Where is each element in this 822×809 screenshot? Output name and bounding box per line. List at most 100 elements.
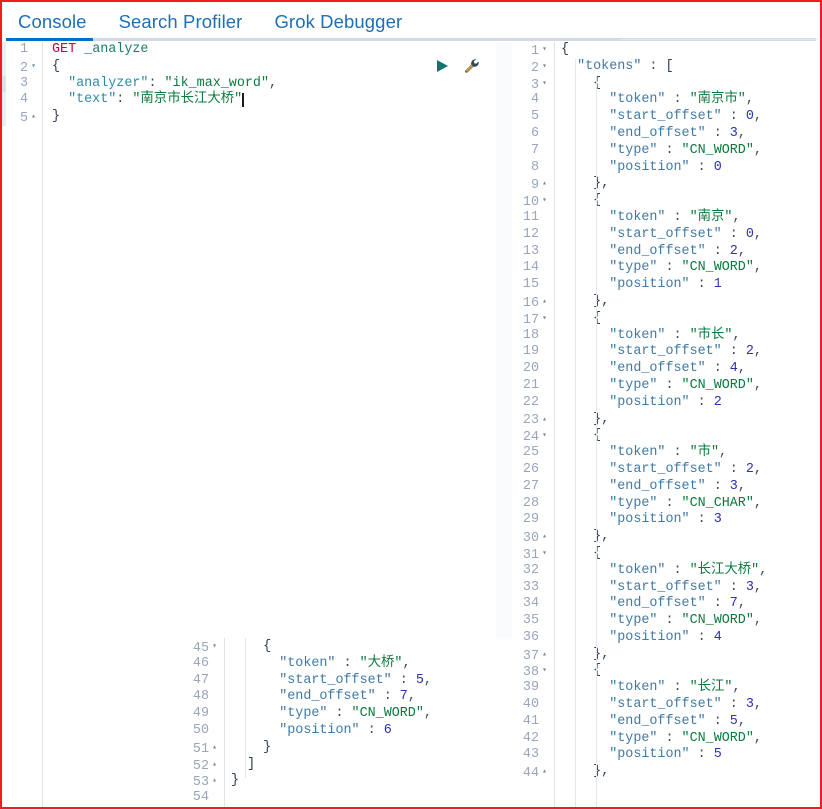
wrench-icon[interactable] xyxy=(464,58,480,74)
code-line[interactable]: 1 GET _analyze xyxy=(6,42,496,59)
code-line[interactable]: 53 ▴} xyxy=(182,773,512,790)
fold-toggle-icon[interactable]: ▾ xyxy=(539,663,550,680)
code-text: "start_offset" : 2, xyxy=(609,344,762,360)
send-request-icon[interactable] xyxy=(434,58,450,74)
code-line[interactable]: 29 "position" : 3 xyxy=(512,512,820,529)
fold-toggle-icon[interactable]: ▴ xyxy=(539,529,550,546)
code-line[interactable]: 4 "token" : "南京市", xyxy=(512,92,820,109)
code-line[interactable]: 23 ▴ }, xyxy=(512,412,820,429)
fold-toggle-icon[interactable]: ▴ xyxy=(209,740,220,757)
overlay-response-editor[interactable]: 45 ▾ {46 "token" : "大桥", 47 "start_offset"… xyxy=(182,638,512,807)
fold-toggle-icon[interactable]: ▴ xyxy=(539,764,550,781)
code-line[interactable]: 9 ▴ }, xyxy=(512,176,820,193)
code-line[interactable]: 37 ▴ }, xyxy=(512,647,820,664)
code-line[interactable]: 24 ▾ { xyxy=(512,428,820,445)
line-number: 46 xyxy=(192,655,209,671)
code-line[interactable]: 41 "end_offset" : 5, xyxy=(512,714,820,731)
code-line[interactable]: 54 xyxy=(182,790,512,807)
console-window: Console Search Profiler Grok Debugger 1 G… xyxy=(0,0,822,809)
code-line[interactable]: 25 "token" : "市", xyxy=(512,445,820,462)
code-line[interactable]: 18 "token" : "市长", xyxy=(512,328,820,345)
code-line[interactable]: 7 "type" : "CN_WORD", xyxy=(512,143,820,160)
code-line[interactable]: 45 ▾ { xyxy=(182,639,512,656)
fold-toggle-icon[interactable]: ▾ xyxy=(539,76,550,93)
code-line[interactable]: 39 "token" : "长江", xyxy=(512,680,820,697)
code-line[interactable]: 6 "end_offset" : 3, xyxy=(512,126,820,143)
code-line[interactable]: 46 "token" : "大桥", xyxy=(182,656,512,673)
fold-toggle-icon[interactable]: ▴ xyxy=(28,109,39,126)
fold-toggle-icon[interactable]: ▴ xyxy=(209,757,220,774)
code-line[interactable]: 13 "end_offset" : 2, xyxy=(512,244,820,261)
code-line[interactable]: 5 ▴} xyxy=(6,109,496,126)
code-line[interactable]: 42 "type" : "CN_WORD", xyxy=(512,731,820,748)
fold-toggle-icon[interactable]: ▴ xyxy=(539,294,550,311)
code-line[interactable]: 49 "type" : "CN_WORD", xyxy=(182,706,512,723)
code-line[interactable]: 32 "token" : "长江大桥", xyxy=(512,563,820,580)
fold-toggle-icon[interactable]: ▾ xyxy=(539,311,550,328)
fold-toggle-icon[interactable]: ▾ xyxy=(209,639,220,656)
code-line[interactable]: 3 ▾ { xyxy=(512,76,820,93)
code-line[interactable]: 4 "text": "南京市长江大桥" xyxy=(6,92,496,109)
code-line[interactable]: 30 ▴ }, xyxy=(512,529,820,546)
code-line[interactable]: 34 "end_offset" : 7, xyxy=(512,596,820,613)
response-editor[interactable]: 1 ▾{2 ▾ "tokens" : [3 ▾ {4 "token" : "南京市",… xyxy=(512,42,820,807)
code-line[interactable]: 27 "end_offset" : 3, xyxy=(512,479,820,496)
code-line[interactable]: 5 "start_offset" : 0, xyxy=(512,109,820,126)
code-line[interactable]: 50 "position" : 6 xyxy=(182,723,512,740)
code-line[interactable]: 31 ▾ { xyxy=(512,546,820,563)
code-line[interactable]: 10 ▾ { xyxy=(512,193,820,210)
code-line[interactable]: 51 ▴ } xyxy=(182,740,512,757)
fold-toggle-icon[interactable]: ▴ xyxy=(209,773,220,790)
code-line[interactable]: 2 ▾ "tokens" : [ xyxy=(512,59,820,76)
code-line[interactable]: 36 "position" : 4 xyxy=(512,630,820,647)
code-text: "tokens" : [ xyxy=(577,58,674,74)
code-text: "end_offset" : 7, xyxy=(609,596,746,612)
code-line[interactable]: 28 "type" : "CN_CHAR", xyxy=(512,496,820,513)
code-line[interactable]: 16 ▴ }, xyxy=(512,294,820,311)
code-line[interactable]: 33 "start_offset" : 3, xyxy=(512,580,820,597)
code-line[interactable]: 15 "position" : 1 xyxy=(512,277,820,294)
code-line[interactable]: 35 "type" : "CN_WORD", xyxy=(512,613,820,630)
fold-toggle-icon[interactable]: ▴ xyxy=(539,412,550,429)
code-line[interactable]: 21 "type" : "CN_WORD", xyxy=(512,378,820,395)
code-line[interactable]: 11 "token" : "南京", xyxy=(512,210,820,227)
code-line[interactable]: 19 "start_offset" : 2, xyxy=(512,344,820,361)
code-line[interactable]: 40 "start_offset" : 3, xyxy=(512,697,820,714)
code-line[interactable]: 22 "position" : 2 xyxy=(512,395,820,412)
tab-console[interactable]: Console xyxy=(2,2,103,35)
fold-toggle-icon[interactable]: ▾ xyxy=(28,59,39,76)
code-text: "end_offset" : 3, xyxy=(609,478,746,494)
code-text: } xyxy=(263,739,272,755)
tab-search-profiler[interactable]: Search Profiler xyxy=(103,2,259,35)
code-line[interactable]: 20 "end_offset" : 4, xyxy=(512,361,820,378)
fold-toggle-icon[interactable]: ▾ xyxy=(539,59,550,76)
line-number: 45 ▾ xyxy=(182,639,222,656)
tab-grok-debugger[interactable]: Grok Debugger xyxy=(258,2,418,35)
code-line[interactable]: 48 "end_offset" : 7, xyxy=(182,689,512,706)
overlay-left-mask xyxy=(44,638,182,807)
code-text: "position" : 6 xyxy=(279,722,392,738)
code-line[interactable]: 3 "analyzer": "ik_max_word", xyxy=(6,76,496,93)
line-number: 25 xyxy=(522,445,539,461)
code-line[interactable]: 43 "position" : 5 xyxy=(512,747,820,764)
code-line[interactable]: 52 ▴ ] xyxy=(182,757,512,774)
fold-toggle-icon[interactable]: ▾ xyxy=(539,546,550,563)
code-line[interactable]: 44 ▴ }, xyxy=(512,764,820,781)
code-line[interactable]: 47 "start_offset" : 5, xyxy=(182,673,512,690)
fold-toggle-icon[interactable]: ▴ xyxy=(539,647,550,664)
fold-toggle-icon[interactable]: ▾ xyxy=(539,42,550,59)
fold-toggle-icon[interactable]: ▴ xyxy=(539,176,550,193)
code-line[interactable]: 26 "start_offset" : 2, xyxy=(512,462,820,479)
code-line[interactable]: 17 ▾ { xyxy=(512,311,820,328)
code-line[interactable]: 38 ▾ { xyxy=(512,663,820,680)
code-line[interactable]: 12 "start_offset" : 0, xyxy=(512,227,820,244)
code-text: "start_offset" : 2, xyxy=(609,461,762,477)
code-line[interactable]: 1 ▾ { xyxy=(512,42,820,59)
code-line[interactable]: 14 "type" : "CN_WORD", xyxy=(512,260,820,277)
fold-toggle-icon[interactable]: ▾ xyxy=(539,428,550,445)
code-text: ] xyxy=(247,756,256,772)
code-line[interactable]: 2 ▾ { xyxy=(6,59,496,76)
code-line[interactable]: 8 "position" : 0 xyxy=(512,160,820,177)
code-text: { xyxy=(593,545,602,561)
fold-toggle-icon[interactable]: ▾ xyxy=(539,193,550,210)
